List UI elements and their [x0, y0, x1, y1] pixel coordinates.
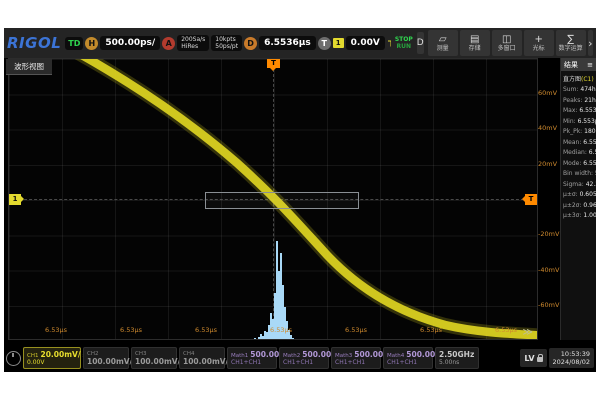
waveform-view-tab[interactable]: 波形视图 — [6, 59, 52, 75]
trigger-knob[interactable]: T — [318, 37, 331, 50]
memory-depth: 10kpts — [215, 36, 238, 43]
channel1-offset-marker[interactable]: 1 — [9, 194, 21, 205]
trigger-level-button[interactable]: 0.00V — [346, 36, 385, 50]
measure-button[interactable]: ▱ 测量 — [428, 30, 458, 56]
date: 2024/08/02 — [553, 358, 590, 366]
math3-tile[interactable]: Math3 500.00mV/ CH1+CH1 — [331, 347, 381, 369]
math-icon: ∑ — [567, 34, 574, 45]
stat-row: Mode: 6.553μs — [563, 159, 596, 170]
horizontal-scale-button[interactable]: 500.00ps/ — [100, 36, 160, 50]
run-state-indicator[interactable]: STOP RUN — [393, 36, 415, 50]
default-button[interactable]: D — [417, 32, 424, 54]
channel3-tile[interactable]: CH3 100.00mV/ — [131, 347, 177, 369]
expand-icon[interactable]: ≫ — [523, 327, 533, 338]
multiwindow-icon: ◫ — [502, 34, 511, 45]
top-toolbar: RIGOL TD H 500.00ps/ A 200Sa/s HiRes 10k… — [4, 28, 596, 58]
run-state-bottom: RUN — [395, 43, 413, 50]
results-panel: 结果 ≡ 直方图(C1) Sum: 474hitsPeaks: 21hitsMa… — [560, 58, 596, 340]
voltage-label: 20mV — [538, 160, 560, 168]
math1-tile[interactable]: Math1 500.00mV/ CH1+CH1 — [227, 347, 277, 369]
voltage-label: 60mV — [538, 89, 560, 97]
voltage-scale: 60mV 40mV 20mV -20mV -40mV -60mV — [538, 58, 560, 340]
math2-tile[interactable]: Math2 500.00mV/ CH1+CH1 — [279, 347, 329, 369]
acquire-info-button[interactable]: 200Sa/s HiRes — [177, 35, 209, 51]
histogram-bar — [252, 339, 254, 340]
horizontal-knob[interactable]: H — [85, 37, 98, 50]
math-menu-button[interactable]: ∑ 数字运算 — [556, 30, 586, 56]
channel2-tile[interactable]: CH2 100.00mV/ — [83, 347, 129, 369]
results-panel-header[interactable]: 结果 ≡ — [561, 58, 596, 71]
trigger-level-marker[interactable]: T — [525, 194, 537, 205]
voltage-label: 40mV — [538, 124, 560, 132]
run-state-top: STOP — [395, 36, 413, 43]
histogram-range-box[interactable] — [205, 192, 359, 209]
voltage-label: -60mV — [538, 301, 560, 309]
delay-value-button[interactable]: 6.5536μs — [259, 36, 316, 50]
stat-row: Mean: 6.553μs — [563, 138, 596, 149]
stat-row: Peaks: 21hits — [563, 96, 596, 107]
memory-depth-button[interactable]: 10kpts 50ps/pt — [211, 35, 242, 51]
clock[interactable]: 10:53:39 2024/08/02 — [549, 348, 594, 368]
math4-tile[interactable]: Math4 CH1+CH1 500.00mV/ CH1+CH1 — [383, 347, 433, 369]
stat-row: Bin width: 5ps — [563, 169, 596, 180]
stat-row: Sigma: 42.39ps — [563, 180, 596, 191]
cursor-icon: + — [534, 34, 542, 45]
more-menu-button[interactable]: › — [588, 30, 593, 56]
histogram-source-label: 直方图(C1) — [561, 71, 596, 85]
stat-row: μ±2σ: 0.963122 — [563, 201, 596, 212]
menu-icon[interactable]: ≡ — [587, 61, 593, 69]
acquire-mode: HiRes — [181, 43, 205, 50]
trigger-status-badge: TD — [65, 37, 83, 50]
channel1-tile[interactable]: CH1 20.00mV/ Ω 0.00V — [23, 347, 81, 369]
stat-row: Min: 6.553μs — [563, 117, 596, 128]
stat-row: Max: 6.553μs — [563, 106, 596, 117]
stat-row: Pk_Pk: 180ps — [563, 127, 596, 138]
channel-bar: CH1 20.00mV/ Ω 0.00V CH2 100.00mV/ CH3 1… — [4, 346, 596, 370]
time: 10:53:39 — [553, 350, 590, 358]
stat-row: μ±3σ: 1.000000 — [563, 211, 596, 222]
interface-status-badge[interactable]: LV — [520, 349, 546, 367]
trigger-source-badge[interactable]: 1 — [333, 38, 344, 48]
multipurpose-knob-icon[interactable] — [6, 351, 21, 366]
cursor-button[interactable]: + 光标 — [524, 30, 554, 56]
trigger-edge-icon[interactable] — [387, 39, 391, 48]
frequency-counter-tile[interactable]: 2.50GHz 5.00ns — [435, 347, 479, 369]
voltage-label: -20mV — [538, 230, 560, 238]
measure-icon: ▱ — [439, 34, 447, 45]
stats-list: Sum: 474hitsPeaks: 21hitsMax: 6.553μsMin… — [561, 85, 596, 222]
delay-knob[interactable]: D — [244, 37, 257, 50]
histogram-bar — [294, 339, 296, 340]
oscilloscope-screen: RIGOL TD H 500.00ps/ A 200Sa/s HiRes 10k… — [4, 28, 596, 372]
lock-icon — [537, 357, 543, 362]
trigger-position-marker[interactable]: T — [267, 59, 280, 68]
waveform-grid: T 1 T 6.53μs6.53μs6.53μs6.53μs6.53μs6.53… — [8, 58, 538, 340]
results-title: 结果 — [564, 60, 578, 70]
histogram-bar — [256, 339, 258, 340]
storage-icon: ▤ — [470, 34, 479, 45]
sample-rate: 200Sa/s — [181, 36, 205, 43]
stat-row: Sum: 474hits — [563, 85, 596, 96]
rigol-logo: RIGOL — [7, 34, 61, 52]
voltage-label: -40mV — [538, 266, 560, 274]
storage-button[interactable]: ▤ 存储 — [460, 30, 490, 56]
multiwindow-button[interactable]: ◫ 多窗口 — [492, 30, 522, 56]
stat-row: Median: 6.553μs — [563, 148, 596, 159]
stat-row: μ±σ: 0.605495 — [563, 190, 596, 201]
sample-interval: 50ps/pt — [215, 43, 238, 50]
channel4-tile[interactable]: CH4 100.00mV/ — [179, 347, 225, 369]
acquire-knob[interactable]: A — [162, 37, 175, 50]
